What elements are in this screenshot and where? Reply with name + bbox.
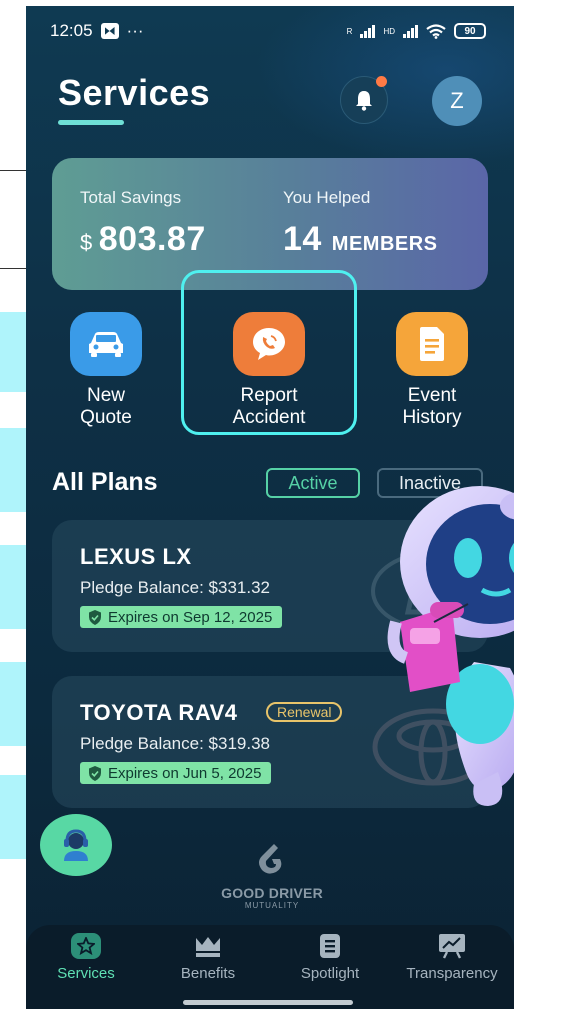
expiry-badge: Expires on Jun 5, 2025 bbox=[80, 762, 272, 784]
nav-spotlight-label: Spotlight bbox=[300, 965, 360, 982]
expiry-text: Expires on Jun 5, 2025 bbox=[108, 764, 262, 782]
nav-transparency[interactable]: Transparency bbox=[397, 933, 507, 982]
highlight-outline bbox=[181, 270, 357, 435]
page-title: Services bbox=[58, 72, 211, 113]
good-driver-logo-icon bbox=[259, 844, 282, 874]
total-savings-amount: 803.87 bbox=[98, 220, 206, 258]
plan-name: LEXUS LX bbox=[80, 544, 192, 569]
home-indicator bbox=[183, 1000, 353, 1005]
helped-count: 14 bbox=[283, 220, 322, 258]
battery-icon: 90 bbox=[454, 23, 486, 39]
expiry-text: Expires on Sep 12, 2025 bbox=[108, 608, 273, 626]
shield-check-icon bbox=[89, 765, 101, 781]
tab-active[interactable]: Active bbox=[266, 468, 360, 498]
title-underline bbox=[58, 120, 124, 125]
plan-balance: Pledge Balance: $331.32 bbox=[80, 578, 270, 597]
support-agent-button[interactable] bbox=[40, 814, 112, 876]
helped-unit: MEMBERS bbox=[331, 233, 438, 255]
all-plans-title: All Plans bbox=[52, 468, 158, 496]
total-savings-label: Total Savings bbox=[80, 188, 182, 207]
nav-services[interactable]: Services bbox=[31, 933, 141, 982]
brand-logo: GOOD DRIVER MUTUALITY bbox=[212, 842, 332, 910]
event-history-label: Event History bbox=[402, 385, 462, 428]
star-badge-icon bbox=[71, 933, 101, 959]
bell-icon bbox=[356, 91, 372, 111]
currency-symbol: $ bbox=[80, 230, 93, 255]
nav-spotlight[interactable]: Spotlight bbox=[275, 933, 385, 982]
signal-icon-2 bbox=[403, 24, 418, 38]
shield-check-icon bbox=[89, 609, 101, 625]
decoration-block bbox=[0, 312, 26, 392]
expiry-badge: Expires on Sep 12, 2025 bbox=[80, 606, 283, 628]
signal-label-r: R bbox=[346, 26, 353, 36]
robot-mascot-icon bbox=[387, 486, 514, 806]
plan-balance: Pledge Balance: $319.38 bbox=[80, 734, 270, 753]
nav-services-label: Services bbox=[57, 965, 115, 982]
document-icon bbox=[315, 933, 345, 959]
bottom-nav: Services Benefits Spotlight Transparency bbox=[26, 925, 514, 1009]
brand-name: GOOD DRIVER bbox=[221, 885, 323, 901]
decoration-block bbox=[0, 775, 26, 859]
status-time: 12:05 bbox=[50, 21, 93, 40]
event-history-button[interactable]: Event History bbox=[372, 312, 492, 429]
car-icon bbox=[70, 312, 142, 376]
new-quote-label: New Quote bbox=[80, 385, 132, 428]
capcut-icon bbox=[100, 23, 119, 39]
decoration-block bbox=[0, 662, 26, 746]
renewal-badge: Renewal bbox=[266, 702, 343, 722]
crown-icon bbox=[193, 933, 223, 959]
status-more: ··· bbox=[126, 21, 144, 40]
notification-dot bbox=[376, 76, 387, 87]
nav-transparency-label: Transparency bbox=[406, 965, 498, 982]
you-helped-value: 14 MEMBERS bbox=[283, 220, 438, 259]
support-agent-icon bbox=[64, 829, 88, 861]
decoration-block bbox=[0, 545, 26, 629]
decoration-block bbox=[0, 428, 26, 512]
plan-name: TOYOTA RAV4 bbox=[80, 700, 238, 725]
brand-sub: MUTUALITY bbox=[244, 901, 300, 910]
chart-board-icon bbox=[437, 933, 467, 959]
nav-benefits-label: Benefits bbox=[180, 965, 236, 982]
total-savings-value: $803.87 bbox=[80, 220, 206, 259]
avatar[interactable]: Z bbox=[432, 76, 482, 126]
decoration-line bbox=[0, 268, 26, 269]
document-icon bbox=[396, 312, 468, 376]
signal-label-hd: HD bbox=[383, 26, 395, 36]
decoration-line bbox=[0, 170, 26, 171]
status-bar: 12:05 ··· R HD 90 bbox=[50, 18, 486, 44]
you-helped-label: You Helped bbox=[283, 188, 371, 207]
wifi-icon bbox=[426, 23, 446, 39]
app-screen: 12:05 ··· R HD 90 Services Z Total Savin… bbox=[26, 6, 514, 1009]
nav-benefits[interactable]: Benefits bbox=[153, 933, 263, 982]
signal-icon bbox=[360, 24, 376, 38]
new-quote-button[interactable]: New Quote bbox=[46, 312, 166, 429]
